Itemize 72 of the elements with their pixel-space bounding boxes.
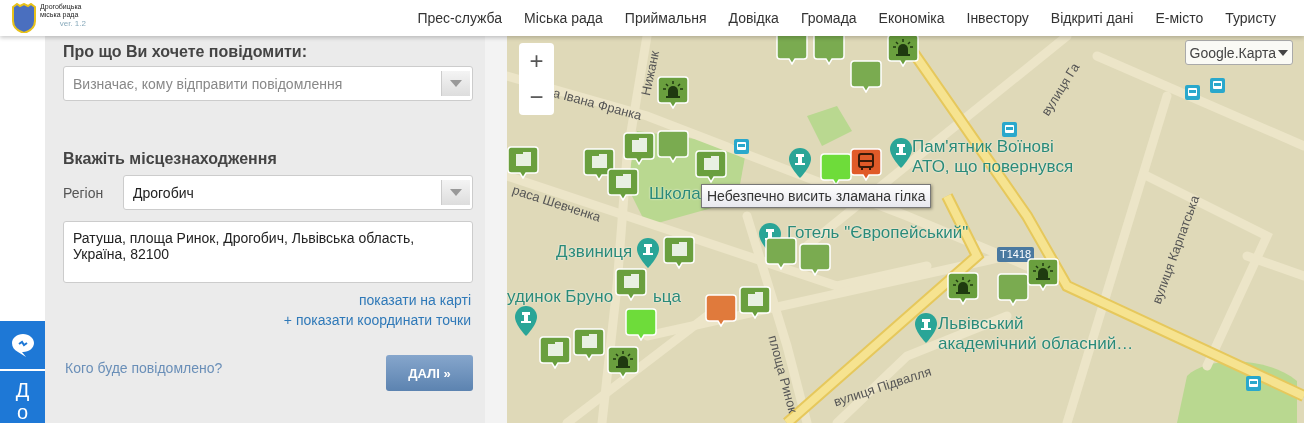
building-marker-icon[interactable]	[507, 146, 539, 179]
speech-marker-icon[interactable]	[625, 308, 657, 341]
nav-link[interactable]: Інвестору	[966, 10, 1029, 26]
chat-tab[interactable]	[0, 321, 45, 369]
building-marker-icon[interactable]	[615, 268, 647, 301]
speech-marker-icon[interactable]	[705, 294, 737, 327]
bus-stop-icon	[1210, 78, 1225, 93]
bus-stop-icon	[1185, 85, 1200, 100]
section-heading: Вкажіть місцезнаходження	[63, 150, 278, 168]
side-tab[interactable]: До	[0, 371, 45, 423]
zoom-in-button[interactable]: +	[519, 43, 554, 79]
building-marker-icon[interactable]	[663, 236, 695, 269]
region-select[interactable]: Дрогобич	[123, 175, 473, 210]
caret-icon	[450, 189, 462, 196]
place-label: удинок Бруно	[507, 287, 614, 307]
building-marker-icon[interactable]	[573, 328, 605, 361]
caret-icon	[1278, 49, 1288, 56]
place-label: Готель "Європейський"	[787, 223, 969, 243]
nav-link[interactable]: Приймальня	[624, 10, 707, 26]
place-label: Школа	[649, 184, 701, 204]
nav-link[interactable]: Економіка	[878, 10, 945, 26]
map-type-select[interactable]: Google.Карта	[1184, 40, 1293, 65]
caret-icon	[450, 80, 462, 87]
version-label: ver. 1.2	[59, 19, 86, 28]
speech-marker-icon[interactable]	[813, 36, 845, 65]
nav-link[interactable]: Громада	[800, 10, 857, 26]
building-marker-icon[interactable]	[739, 286, 771, 319]
coat-of-arms-icon	[12, 3, 36, 33]
siren-marker-icon[interactable]	[657, 76, 689, 109]
siren-marker-icon[interactable]	[1027, 258, 1059, 291]
map-link[interactable]: + показати координати точки	[283, 312, 471, 328]
address-field[interactable]: Ратуша, площа Ринок, Дрогобич, Львівська область, Україна, 82100	[63, 221, 473, 283]
bus-marker-icon[interactable]	[850, 148, 882, 181]
nav-link[interactable]: Е-місто	[1155, 10, 1204, 26]
place-label: Львівський академічний обласний…	[938, 314, 1134, 354]
siren-marker-icon[interactable]	[607, 346, 639, 379]
building-marker-icon[interactable]	[607, 168, 639, 201]
region-label: Регіон	[63, 184, 105, 201]
speech-marker-icon[interactable]	[997, 273, 1029, 306]
place-label: ьца	[653, 287, 682, 307]
nav-link[interactable]: Довідка	[728, 10, 779, 26]
tower-pin-icon	[890, 138, 912, 168]
chat-bubble-icon	[9, 332, 36, 358]
tower-pin-icon	[515, 306, 537, 336]
nav-link[interactable]: Міська рада	[524, 10, 603, 26]
park-area	[807, 106, 852, 146]
street-label: площа Ринок	[764, 334, 800, 415]
speech-marker-icon[interactable]	[799, 243, 831, 276]
nav-link[interactable]: Прес-служба	[417, 10, 503, 26]
place-label: Дзвиниця	[556, 242, 633, 262]
place-label: Пам'ятник Воїнові АТО, що повернувся	[912, 137, 1074, 177]
tower-pin-icon	[637, 238, 659, 268]
speech-marker-icon[interactable]	[776, 36, 808, 65]
map-link[interactable]: показати на карті	[358, 292, 471, 308]
building-marker-icon[interactable]	[583, 148, 615, 181]
street-label: Нижанк	[639, 49, 664, 98]
siren-marker-icon[interactable]	[887, 36, 919, 67]
nav-link[interactable]: Туристу	[1225, 10, 1276, 26]
tower-pin-icon	[789, 148, 811, 178]
bus-stop-icon	[1246, 376, 1261, 391]
zoom-out-button[interactable]: −	[519, 79, 554, 115]
nav-link[interactable]: Відкриті дані	[1050, 10, 1134, 26]
bus-stop-icon	[734, 139, 749, 154]
marker-tooltip: Небезпечно висить зламана гілка	[701, 184, 932, 208]
bus-stop-icon	[1002, 122, 1017, 137]
siren-marker-icon[interactable]	[947, 272, 979, 305]
section-heading: Про що Ви хочете повідомити:	[63, 43, 308, 61]
speech-marker-icon[interactable]	[820, 153, 852, 186]
topic-select[interactable]: Визначає, кому відправити повідомлення	[63, 66, 473, 101]
building-marker-icon[interactable]	[539, 336, 571, 369]
speech-marker-icon[interactable]	[850, 60, 882, 93]
road-number: T1418	[997, 247, 1035, 262]
